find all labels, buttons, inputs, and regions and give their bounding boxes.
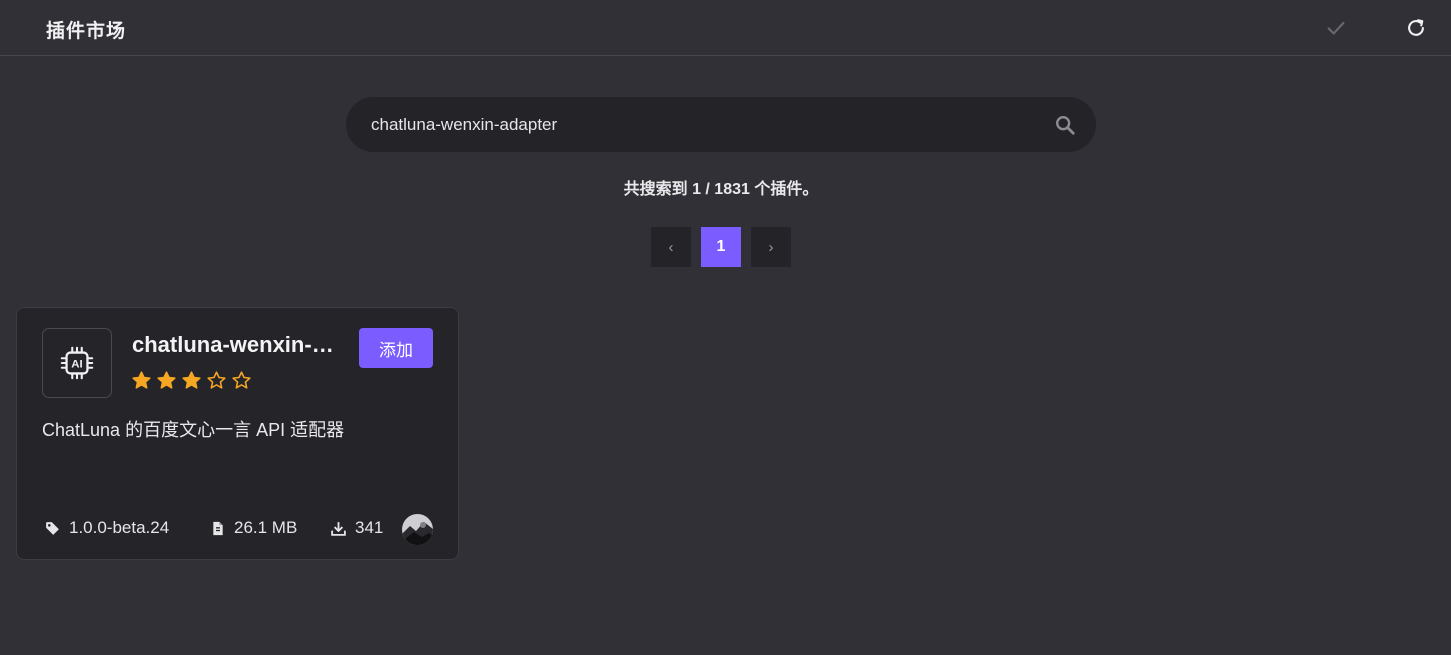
page-button[interactable]: 1	[701, 227, 741, 267]
version-info: 1.0.0-beta.24	[44, 518, 169, 538]
next-page-button[interactable]: ›	[751, 227, 791, 267]
downloads-info: 341	[330, 518, 383, 538]
plugin-name[interactable]: chatluna-wenxin-adapter	[132, 332, 342, 358]
star-rating	[131, 370, 252, 391]
author-avatar[interactable]	[402, 514, 433, 545]
plugin-card[interactable]: AI chatluna-wenxin-adapter 添加 ChatLuna 的…	[16, 307, 459, 560]
file-icon	[213, 521, 223, 535]
add-button[interactable]: 添加	[359, 328, 433, 368]
star-empty-icon	[232, 371, 251, 389]
refresh-icon	[1408, 19, 1424, 36]
star-filled-icon	[157, 371, 176, 389]
search-input[interactable]	[371, 97, 1031, 152]
plugin-description: ChatLuna 的百度文心一言 API 适配器	[42, 420, 345, 440]
check-icon	[1327, 21, 1345, 35]
search-icon[interactable]	[1054, 114, 1076, 136]
star-empty-icon	[207, 371, 226, 389]
tag-icon	[46, 521, 59, 535]
ai-icon-text: AI	[71, 358, 82, 370]
version-text: 1.0.0-beta.24	[69, 518, 170, 537]
prev-page-button[interactable]: ‹	[651, 227, 691, 267]
size-info: 26.1 MB	[210, 518, 297, 538]
search-box	[346, 97, 1096, 152]
size-text: 26.1 MB	[234, 518, 298, 537]
download-icon	[331, 521, 346, 536]
ai-chip-icon: AI	[60, 346, 94, 380]
star-filled-icon	[132, 371, 151, 389]
downloads-text: 341	[355, 518, 384, 537]
result-count: 共搜索到 1 / 1831 个插件。	[623, 181, 819, 198]
apply-button[interactable]	[1322, 14, 1350, 42]
top-bar: 插件市场	[0, 0, 1451, 56]
page-title: 插件市场	[46, 21, 127, 42]
plugin-icon: AI	[42, 328, 112, 398]
avatar-image	[402, 514, 433, 545]
refresh-button[interactable]	[1402, 14, 1430, 42]
star-filled-icon	[182, 371, 201, 389]
